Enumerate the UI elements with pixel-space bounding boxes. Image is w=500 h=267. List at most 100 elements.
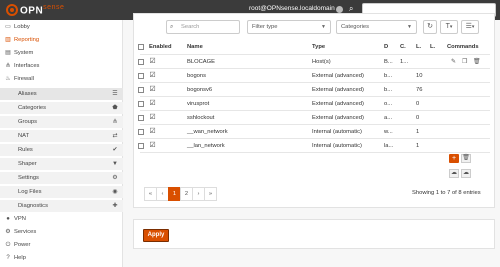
sidebar-item-label: Services	[14, 229, 37, 235]
divider	[140, 152, 490, 153]
enabled-checkbox[interactable]: ☑	[149, 86, 156, 93]
alias-type: External (advanced)	[312, 101, 364, 107]
enabled-checkbox[interactable]: ☑	[149, 142, 156, 149]
sidebar-item-categories[interactable]: Categories ⬟	[0, 102, 123, 114]
sidebar-item-label: System	[14, 50, 34, 56]
sidebar-item-label: Lobby	[14, 24, 30, 30]
row-select-checkbox[interactable]	[138, 73, 144, 79]
medkit-icon: ✚	[112, 203, 118, 209]
sidebar-item-label: Groups	[18, 119, 38, 125]
delete-icon[interactable]: 🗑	[473, 58, 481, 65]
table-search-input[interactable]: ⌕ Search	[166, 20, 240, 34]
enabled-checkbox[interactable]: ☑	[149, 128, 156, 135]
copy-icon[interactable]: ❐	[462, 58, 467, 65]
alias-description: la...	[384, 143, 394, 149]
sidebar-item-help[interactable]: ? Help	[0, 252, 123, 264]
server-icon: ▤	[5, 50, 11, 56]
chevron-down-icon: ▼	[407, 24, 412, 30]
search-placeholder: Search	[181, 24, 200, 30]
eye-icon: ◉	[112, 189, 118, 195]
sidebar-item-label: Firewall	[14, 76, 34, 82]
sidebar-item-label: Aliases	[18, 91, 37, 97]
last-page-button[interactable]: »	[204, 187, 217, 201]
enabled-checkbox[interactable]: ☑	[149, 58, 156, 65]
sidebar-item-rules[interactable]: Rules ✔	[0, 144, 123, 156]
sidebar-item-label: Help	[14, 255, 26, 261]
header-last-updated[interactable]: L.	[430, 44, 435, 50]
logo-ring-icon	[6, 4, 18, 16]
sidebar-item-aliases[interactable]: Aliases ☰	[0, 88, 123, 100]
sidebar-item-reporting[interactable]: ▥ Reporting	[0, 34, 123, 46]
sidebar-item-log-files[interactable]: Log Files ◉	[0, 186, 123, 198]
sidebar-item-nat[interactable]: NAT ⇄	[0, 130, 123, 142]
enabled-checkbox[interactable]: ☑	[149, 100, 156, 107]
alias-description: w...	[384, 129, 393, 135]
sidebar-item-label: Reporting	[14, 37, 40, 43]
chevron-down-icon: ▾	[449, 24, 453, 30]
row-select-checkbox[interactable]	[138, 115, 144, 121]
divider	[140, 96, 490, 97]
sidebar-item-power[interactable]: ⏻ Power	[0, 239, 123, 251]
filter-type-select[interactable]: Filter type ▼	[247, 20, 331, 34]
cloud-download-icon: ☁	[451, 170, 457, 176]
header-content[interactable]: C.	[400, 44, 406, 50]
categories-select[interactable]: Categories ▼	[336, 20, 417, 34]
row-select-checkbox[interactable]	[138, 87, 144, 93]
header-name[interactable]: Name	[187, 44, 203, 50]
cog-icon: ⚙	[5, 229, 11, 235]
apply-panel	[133, 219, 495, 249]
sidebar-item-label: Power	[14, 242, 31, 248]
showing-entries-text: Showing 1 to 7 of 8 entries	[412, 190, 481, 196]
row-select-checkbox[interactable]	[138, 129, 144, 135]
sidebar-item-label: Categories	[18, 105, 47, 111]
status-dot-icon[interactable]	[336, 6, 343, 13]
row-select-checkbox[interactable]	[138, 143, 144, 149]
sidebar-item-diagnostics[interactable]: Diagnostics ✚	[0, 200, 123, 212]
edit-icon[interactable]: ✎	[451, 58, 456, 65]
sidebar-item-lobby[interactable]: ▭ Lobby	[0, 21, 123, 33]
divider	[140, 68, 490, 69]
divider	[140, 124, 490, 125]
add-alias-button[interactable]: +	[449, 154, 459, 163]
divider	[140, 54, 490, 55]
alias-type: External (advanced)	[312, 115, 364, 121]
refresh-button[interactable]: ↻	[423, 20, 437, 34]
sidebar-item-settings[interactable]: Settings ⚙	[0, 172, 123, 184]
alias-loaded: 0	[416, 101, 420, 107]
download-button[interactable]: ☁	[449, 169, 459, 178]
row-select-checkbox[interactable]	[138, 59, 144, 65]
alias-name: virusprot	[187, 101, 210, 107]
cogs-icon: ⚙	[112, 175, 118, 181]
globe-icon: ●	[6, 216, 10, 222]
header-loaded[interactable]: L.	[416, 44, 421, 50]
opnsense-logo[interactable]: OPNsense	[6, 3, 64, 17]
header-description[interactable]: D	[384, 44, 388, 50]
alias-loaded: 10	[416, 73, 423, 79]
font-size-button[interactable]: T▾	[440, 20, 458, 34]
sidebar-item-interfaces[interactable]: ⋔ Interfaces	[0, 60, 123, 72]
row-select-checkbox[interactable]	[138, 101, 144, 107]
sidebar-item-vpn[interactable]: ● VPN	[0, 213, 123, 225]
apply-button[interactable]: Apply	[143, 229, 169, 242]
alias-name: __lan_network	[187, 143, 225, 149]
enabled-checkbox[interactable]: ☑	[149, 72, 156, 79]
upload-button[interactable]: ☁	[461, 169, 471, 178]
logged-in-user[interactable]: root@OPNsense.localdomain	[249, 5, 335, 12]
select-all-checkbox[interactable]	[138, 44, 144, 50]
alias-content: 1...	[400, 59, 409, 65]
columns-button[interactable]: ☰▾	[461, 20, 479, 34]
sidebar-item-services[interactable]: ⚙ Services	[0, 226, 123, 238]
sitemap-icon: ⋔	[112, 119, 118, 125]
sidebar-item-label: Log Files	[18, 189, 42, 195]
header-enabled[interactable]: Enabled	[149, 44, 172, 50]
cloud-upload-icon: ☁	[463, 170, 469, 176]
header-type[interactable]: Type	[312, 44, 325, 50]
sidebar-item-shaper[interactable]: Shaper ▼	[0, 158, 123, 170]
alias-description: a...	[384, 115, 393, 121]
sidebar-item-system[interactable]: ▤ System	[0, 47, 123, 59]
sidebar-item-groups[interactable]: Groups ⋔	[0, 116, 123, 128]
enabled-checkbox[interactable]: ☑	[149, 114, 156, 121]
delete-selected-button[interactable]: 🗑	[461, 154, 471, 163]
sidebar-item-firewall[interactable]: ♨ Firewall	[0, 73, 123, 85]
alias-description: b...	[384, 87, 393, 93]
